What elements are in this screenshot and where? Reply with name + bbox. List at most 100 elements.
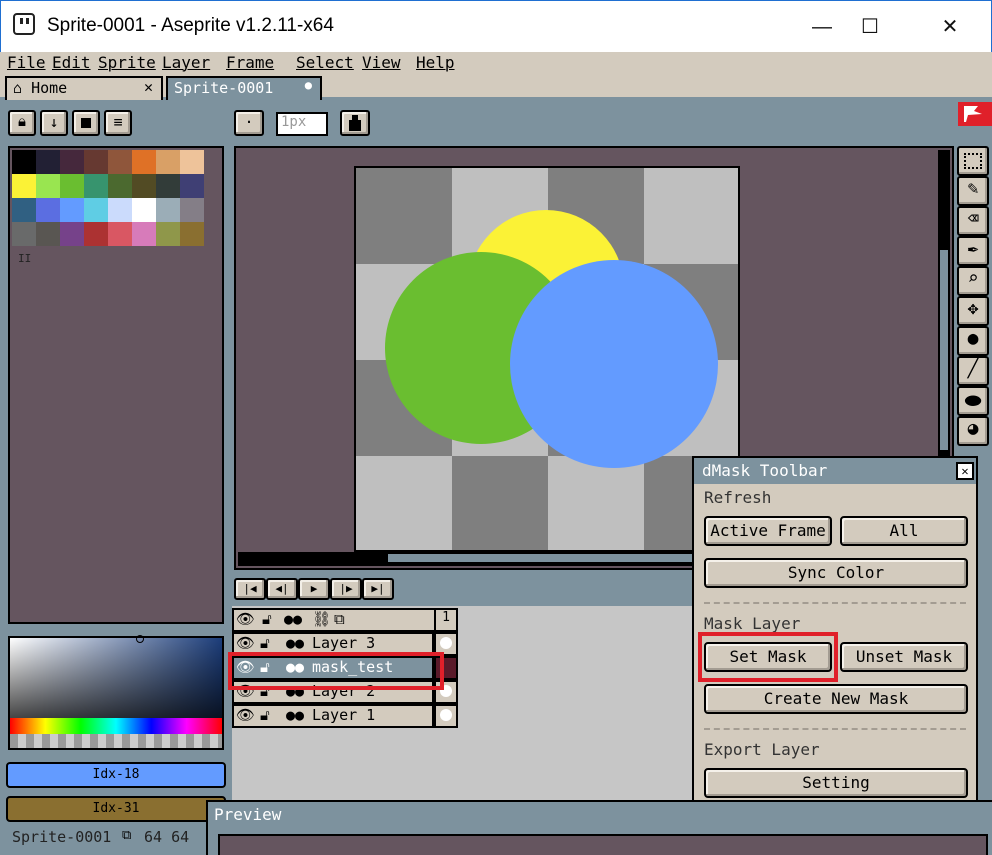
menu-edit[interactable]: Edit xyxy=(52,53,91,72)
palette-presets-button[interactable] xyxy=(72,110,100,136)
setting-button[interactable]: Setting xyxy=(704,768,968,798)
fill-tool-button[interactable]: ● xyxy=(957,326,989,356)
palette-swatch[interactable] xyxy=(180,222,204,246)
menu-select[interactable]: Select xyxy=(296,53,354,72)
palette-swatch[interactable] xyxy=(180,150,204,174)
tab-sprite[interactable]: Sprite-0001 ● xyxy=(166,76,322,100)
palette-swatch[interactable] xyxy=(132,222,156,246)
line-tool-button[interactable]: ╱ xyxy=(957,356,989,386)
palette-swatch[interactable] xyxy=(156,174,180,198)
cel[interactable] xyxy=(434,704,458,728)
play-button[interactable]: ▶ xyxy=(298,578,330,600)
menu-file[interactable]: File xyxy=(7,53,46,72)
all-button[interactable]: All xyxy=(840,516,968,546)
palette-swatch[interactable] xyxy=(84,198,108,222)
palette-swatch[interactable] xyxy=(12,174,36,198)
unset-mask-button[interactable]: Unset Mask xyxy=(840,642,968,672)
palette-swatch[interactable] xyxy=(84,222,108,246)
maximize-button[interactable]: ☐ xyxy=(847,1,893,53)
zoom-tool-button[interactable]: ⌕ xyxy=(957,266,989,296)
create-new-mask-button[interactable]: Create New Mask xyxy=(704,684,968,714)
hue-slider[interactable] xyxy=(10,718,222,734)
palette-swatch[interactable] xyxy=(12,198,36,222)
color-spectrum[interactable] xyxy=(8,635,224,750)
tab-close-icon[interactable]: ✕ xyxy=(144,78,153,96)
menu-frame[interactable]: Frame xyxy=(226,53,274,72)
background-color-bar[interactable]: Idx-31 xyxy=(6,796,226,822)
palette-swatch[interactable] xyxy=(108,150,132,174)
menu-layer[interactable]: Layer xyxy=(162,53,210,72)
ellipse-tool-button[interactable]: ⬬ xyxy=(957,386,989,416)
palette-swatch[interactable] xyxy=(132,174,156,198)
spectrum-cursor[interactable] xyxy=(136,635,144,643)
palette-swatch[interactable] xyxy=(36,198,60,222)
move-tool-button[interactable]: ✥ xyxy=(957,296,989,326)
active-frame-button[interactable]: Active Frame xyxy=(704,516,832,546)
palette-swatch[interactable] xyxy=(84,150,108,174)
palette-swatch[interactable] xyxy=(12,222,36,246)
alpha-slider[interactable] xyxy=(10,734,222,748)
continuous-icon[interactable]: ●● xyxy=(286,706,304,724)
first-frame-button[interactable]: |◀ xyxy=(234,578,266,600)
palette-swatch[interactable] xyxy=(180,174,204,198)
close-button[interactable]: ✕ xyxy=(927,1,973,53)
palette-swatch[interactable] xyxy=(156,150,180,174)
palette-swatch[interactable] xyxy=(132,150,156,174)
palette-options-button[interactable]: ≡ xyxy=(104,110,132,136)
lock-icon[interactable]: 🔓︎ xyxy=(262,610,272,628)
news-flag-icon[interactable] xyxy=(958,102,992,126)
palette-swatch[interactable] xyxy=(156,198,180,222)
sprite-canvas[interactable] xyxy=(354,166,740,552)
palette-swatch[interactable] xyxy=(180,198,204,222)
palette-swatch[interactable] xyxy=(12,150,36,174)
eraser-tool-button[interactable]: ⌫ xyxy=(957,206,989,236)
preview-canvas[interactable] xyxy=(218,834,988,855)
sort-palette-button[interactable]: ↓ xyxy=(40,110,68,136)
contour-tool-button[interactable]: ◕ xyxy=(957,416,989,446)
tab-home[interactable]: ⌂ Home ✕ xyxy=(5,76,163,100)
dialog-close-button[interactable]: ✕ xyxy=(956,462,974,480)
continuous-icon[interactable]: ●● xyxy=(286,634,304,652)
eye-icon[interactable]: 👁︎ xyxy=(236,610,255,628)
next-frame-button[interactable]: |▶ xyxy=(330,578,362,600)
brush-type-button[interactable]: · xyxy=(234,110,264,136)
menu-view[interactable]: View xyxy=(362,53,401,72)
link-icon[interactable]: ⛓ xyxy=(312,610,331,628)
vertical-scrollbar-thumb[interactable] xyxy=(940,250,948,450)
marquee-tool-button[interactable] xyxy=(957,146,989,176)
lock-palette-button[interactable]: 🔒︎ xyxy=(8,110,36,136)
sync-color-button[interactable]: Sync Color xyxy=(704,558,968,588)
palette-swatch[interactable] xyxy=(36,222,60,246)
onion-skin-icon[interactable]: ●● xyxy=(284,610,302,628)
frame-header[interactable]: 1 xyxy=(434,608,458,632)
palette-swatch[interactable] xyxy=(60,222,84,246)
palette-swatch[interactable] xyxy=(156,222,180,246)
ink-bottle-icon xyxy=(349,115,361,131)
palette-swatch[interactable] xyxy=(108,174,132,198)
prev-frame-button[interactable]: ◀| xyxy=(266,578,298,600)
palette-swatch[interactable] xyxy=(60,150,84,174)
palette-swatch[interactable] xyxy=(84,174,108,198)
minimize-button[interactable]: — xyxy=(799,1,845,53)
palette-swatch[interactable] xyxy=(60,198,84,222)
eye-icon[interactable]: 👁︎ xyxy=(236,706,255,724)
eyedropper-tool-button[interactable]: ✒ xyxy=(957,236,989,266)
ink-type-button[interactable] xyxy=(340,110,370,136)
eye-icon[interactable]: 👁︎ xyxy=(236,634,255,652)
layer-row-layer1[interactable]: 👁︎ 🔓︎ ●● Layer 1 xyxy=(232,704,458,728)
lock-icon[interactable]: 🔓︎ xyxy=(260,706,270,724)
palette-swatch[interactable] xyxy=(108,198,132,222)
lock-icon[interactable]: 🔓︎ xyxy=(260,634,270,652)
palette-swatch[interactable] xyxy=(108,222,132,246)
menu-sprite[interactable]: Sprite xyxy=(98,53,156,72)
menu-help[interactable]: Help xyxy=(416,53,455,72)
palette-swatch[interactable] xyxy=(36,150,60,174)
layers-icon[interactable]: ⧉ xyxy=(334,610,345,628)
palette-swatch[interactable] xyxy=(36,174,60,198)
brush-size-input[interactable]: 1px xyxy=(276,112,328,136)
last-frame-button[interactable]: ▶| xyxy=(362,578,394,600)
palette-swatch[interactable] xyxy=(60,174,84,198)
foreground-color-bar[interactable]: Idx-18 xyxy=(6,762,226,788)
pencil-tool-button[interactable]: ✎ xyxy=(957,176,989,206)
palette-swatch[interactable] xyxy=(132,198,156,222)
